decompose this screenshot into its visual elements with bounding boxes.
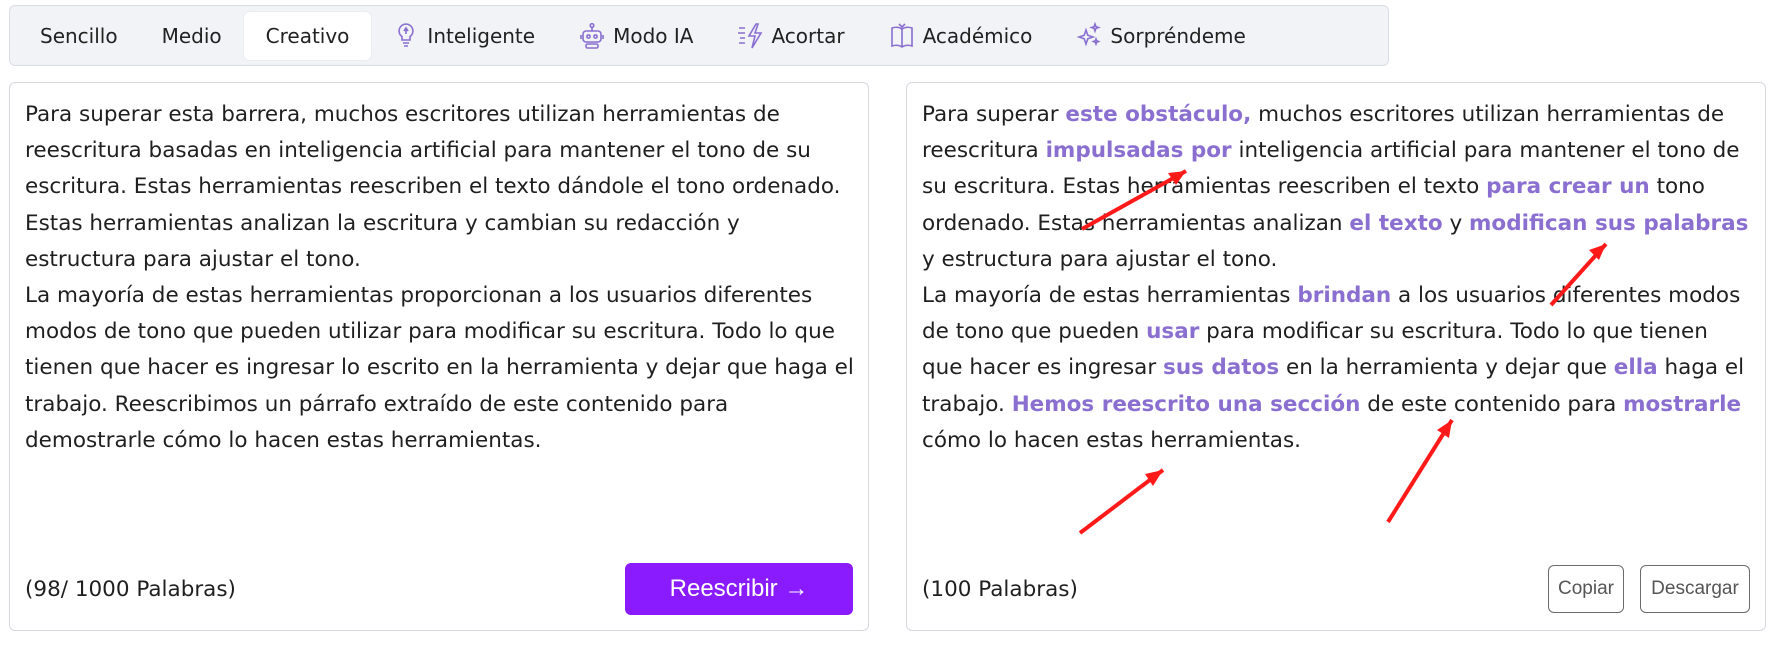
highlighted-change: este obstáculo,	[1065, 102, 1252, 127]
tab-label: Sencillo	[40, 23, 118, 48]
tab-label: Modo IA	[613, 23, 694, 48]
output-text-segment: y	[1442, 210, 1470, 236]
input-text-area[interactable]: Para superar esta barrera, muchos escrit…	[25, 97, 855, 459]
tab-sorprendeme[interactable]: Sorpréndeme	[1054, 12, 1267, 60]
tab-academico[interactable]: Académico	[867, 12, 1055, 60]
tab-label: Creativo	[265, 23, 350, 48]
tab-label: Acortar	[771, 23, 845, 48]
highlighted-change: usar	[1146, 319, 1200, 345]
highlighted-change: modifican sus palabras	[1469, 210, 1749, 236]
tab-modo-ia[interactable]: Modo IA	[557, 12, 715, 60]
highlighted-change: impulsadas por	[1045, 138, 1232, 164]
highlighted-change: el texto	[1349, 210, 1443, 236]
tab-label: Académico	[922, 23, 1033, 48]
highlighted-change: ella	[1613, 355, 1658, 381]
copy-button[interactable]: Copiar	[1548, 565, 1624, 613]
tab-acortar[interactable]: Acortar	[715, 12, 866, 60]
highlighted-change: sus datos	[1163, 355, 1280, 381]
tab-label: Inteligente	[427, 23, 536, 48]
tab-creativo[interactable]: Creativo	[243, 11, 372, 60]
tab-label: Medio	[161, 23, 222, 48]
output-text-segment: cómo lo hacen estas herramientas.	[922, 427, 1301, 453]
highlighted-change: brindan	[1297, 283, 1392, 309]
output-text-segment: en la herramienta y dejar que	[1279, 355, 1614, 381]
input-paragraph: La mayoría de estas herramientas proporc…	[25, 283, 854, 453]
tab-inteligente[interactable]: Inteligente	[371, 12, 557, 60]
highlighted-change: Hemos reescrito una sección	[1011, 391, 1361, 417]
sparkles-icon	[1076, 21, 1102, 51]
output-panel: Para superar este obstáculo, muchos escr…	[906, 82, 1766, 631]
output-text-segment: La mayoría de estas herramientas	[922, 283, 1298, 309]
tab-medio[interactable]: Medio	[140, 12, 244, 60]
output-text-segment: y estructura para ajustar el tono.	[922, 246, 1278, 272]
download-button[interactable]: Descargar	[1640, 565, 1750, 613]
output-text-segment: de este contenido para	[1360, 391, 1624, 417]
rewrite-button[interactable]: Reescribir →	[625, 563, 853, 615]
output-text-area: Para superar este obstáculo, muchos escr…	[922, 97, 1752, 459]
highlighted-change: mostrarle	[1623, 391, 1742, 417]
mode-tab-bar: Sencillo Medio Creativo Inteligente Modo…	[9, 5, 1389, 66]
lightbulb-icon	[393, 21, 419, 51]
shorten-bolt-icon	[737, 21, 763, 51]
tab-sencillo[interactable]: Sencillo	[18, 12, 140, 60]
output-word-count: (100 Palabras)	[922, 577, 1078, 602]
output-text-segment: Para superar	[922, 102, 1066, 127]
input-paragraph: Para superar esta barrera, muchos escrit…	[25, 102, 841, 272]
highlighted-change: para crear un	[1486, 174, 1650, 200]
output-paragraph: Para superar este obstáculo, muchos escr…	[922, 97, 1752, 278]
input-panel: Para superar esta barrera, muchos escrit…	[9, 82, 869, 631]
robot-icon	[579, 21, 605, 51]
book-icon	[889, 21, 915, 51]
input-word-count: (98/ 1000 Palabras)	[25, 577, 236, 602]
output-paragraph: La mayoría de estas herramientas brindan…	[922, 278, 1752, 459]
tab-label: Sorpréndeme	[1110, 23, 1246, 48]
